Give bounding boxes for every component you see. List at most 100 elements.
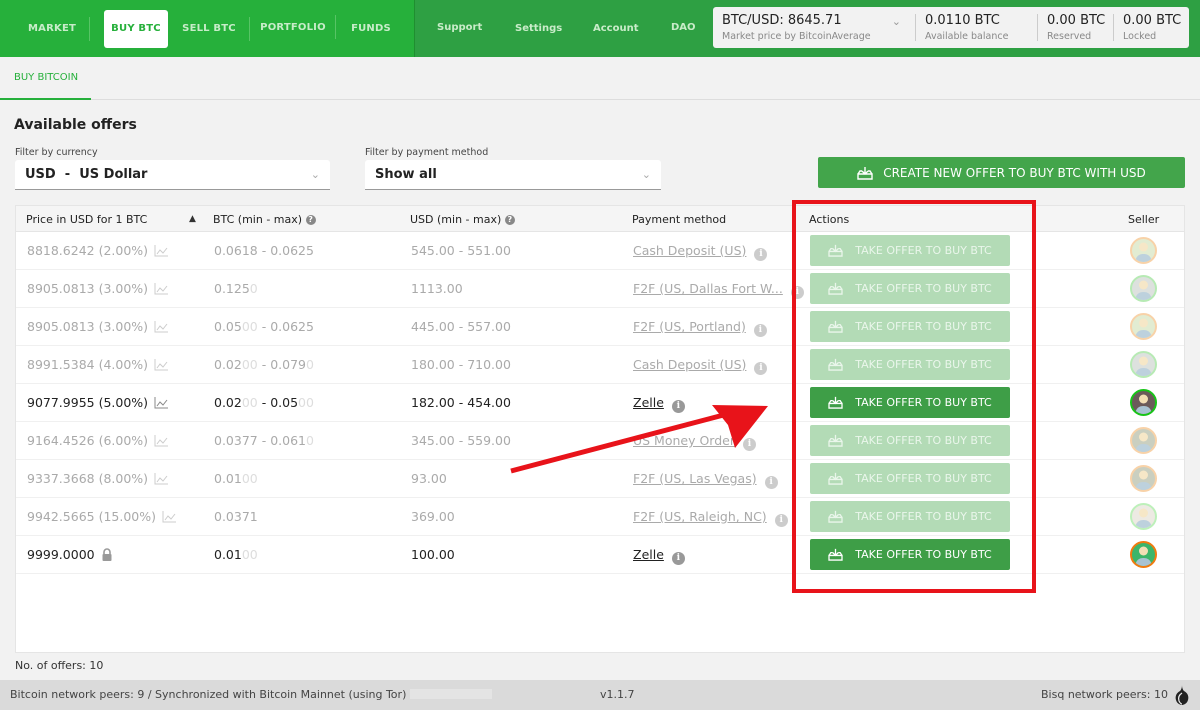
person-icon (1135, 356, 1152, 376)
price-cell: 8905.0813 (3.00%) (27, 281, 169, 296)
info-icon[interactable]: i (754, 248, 768, 261)
seller-avatar[interactable] (1130, 389, 1157, 416)
price-chart-icon[interactable] (154, 397, 169, 409)
info-icon[interactable]: i (671, 552, 685, 565)
seller-avatar[interactable] (1130, 275, 1157, 302)
take-offer-button[interactable]: TAKE OFFER TO BUY BTC (810, 501, 1010, 532)
seller-avatar[interactable] (1130, 313, 1157, 340)
price-value: 8818.6242 (2.00%) (27, 243, 149, 258)
help-icon[interactable]: ? (305, 215, 316, 225)
take-offer-button[interactable]: TAKE OFFER TO BUY BTC (810, 463, 1010, 494)
header-price[interactable]: Price in USD for 1 BTC (26, 213, 147, 226)
header-btc[interactable]: BTC (min - max) ? (213, 213, 316, 226)
person-icon (1135, 546, 1152, 566)
btc-amount: 0.05 (214, 319, 242, 334)
download-tray-icon (828, 358, 843, 371)
nav-support[interactable]: Support (415, 22, 493, 33)
nav-funds[interactable]: FUNDS (336, 10, 406, 48)
price-value: 9077.9955 (5.00%) (27, 395, 149, 410)
person-icon (1135, 242, 1152, 262)
price-chart-icon[interactable] (154, 245, 169, 257)
market-price-selector[interactable]: BTC/USD: 8645.71 Market price by Bitcoin… (713, 7, 915, 48)
nav-settings[interactable]: Settings (493, 23, 571, 34)
nav-portfolio[interactable]: PORTFOLIO (250, 8, 336, 46)
payment-method-link[interactable]: Cash Deposit (US) (633, 243, 746, 258)
nav-account[interactable]: Account (571, 23, 649, 34)
download-tray-icon (857, 166, 873, 180)
seller-avatar[interactable] (1130, 237, 1157, 264)
header-btc-label: BTC (min - max) (213, 213, 303, 226)
price-chart-icon[interactable] (154, 283, 169, 295)
payment-method-link[interactable]: Zelle (633, 547, 664, 562)
app-version: v1.1.7 (600, 688, 635, 701)
bisq-network-status: Bisq network peers: 10 (1041, 688, 1168, 701)
usd-amount-cell: 100.00 (411, 547, 455, 562)
price-chart-icon[interactable] (154, 473, 169, 485)
payment-method-cell: F2F (US, Raleigh, NC) i (633, 509, 788, 527)
price-chart-icon[interactable] (154, 435, 169, 447)
take-offer-button[interactable]: TAKE OFFER TO BUY BTC (810, 235, 1010, 266)
info-icon[interactable]: i (764, 476, 778, 489)
tab-buy-bitcoin[interactable]: BUY BITCOIN (0, 57, 91, 100)
payment-method-link[interactable]: Zelle (633, 395, 664, 410)
nav-buy-btc[interactable]: BUY BTC (104, 9, 168, 48)
info-icon[interactable]: i (754, 362, 768, 375)
sort-ascending-icon[interactable]: ▲ (189, 214, 196, 224)
help-icon[interactable]: ? (504, 215, 515, 225)
price-value: 9164.4526 (6.00%) (27, 433, 149, 448)
info-icon[interactable]: i (790, 286, 804, 299)
usd-amount-cell: 545.00 - 551.00 (411, 243, 511, 258)
nav-sell-btc[interactable]: SELL BTC (168, 10, 250, 48)
payment-filter-select[interactable]: Show all ⌄ (365, 160, 661, 190)
info-icon[interactable]: i (671, 400, 685, 413)
payment-method-link[interactable]: Cash Deposit (US) (633, 357, 746, 372)
currency-filter-select[interactable]: USD - US Dollar ⌄ (15, 160, 330, 190)
price-chart-icon[interactable] (154, 359, 169, 371)
payment-method-link[interactable]: F2F (US, Las Vegas) (633, 471, 757, 486)
info-icon[interactable]: i (774, 514, 788, 527)
info-icon[interactable]: i (743, 438, 756, 451)
nav-market[interactable]: MARKET (14, 10, 90, 48)
seller-avatar[interactable] (1130, 541, 1157, 568)
person-icon (1135, 470, 1152, 490)
seller-avatar[interactable] (1130, 503, 1157, 530)
seller-avatar[interactable] (1130, 351, 1157, 378)
price-chart-icon[interactable] (154, 321, 169, 333)
header-payment[interactable]: Payment method (632, 213, 726, 226)
download-tray-icon (828, 434, 843, 447)
payment-method-cell: Zelle i (633, 547, 685, 565)
payment-method-link[interactable]: US Money Order (633, 433, 735, 448)
table-row: 8905.0813 (3.00%) 0.0500 - 0.0625 445.00… (16, 308, 1184, 346)
take-offer-button[interactable]: TAKE OFFER TO BUY BTC (810, 539, 1010, 570)
person-icon (1135, 318, 1152, 338)
take-offer-button[interactable]: TAKE OFFER TO BUY BTC (810, 311, 1010, 342)
payment-method-cell: F2F (US, Las Vegas) i (633, 471, 778, 489)
btc-amount-padding: 0 (249, 281, 258, 296)
seller-avatar[interactable] (1130, 465, 1157, 492)
create-offer-button[interactable]: CREATE NEW OFFER TO BUY BTC WITH USD (818, 157, 1185, 188)
btc-amount-cell: 0.0200 - 0.0790 (214, 357, 314, 372)
usd-amount-cell: 345.00 - 559.00 (411, 433, 511, 448)
primary-nav: MARKET BUY BTC SELL BTC PORTFOLIO FUNDS (0, 0, 414, 57)
take-offer-button[interactable]: TAKE OFFER TO BUY BTC (810, 387, 1010, 418)
usd-amount-cell: 445.00 - 557.00 (411, 319, 511, 334)
price-chart-icon[interactable] (162, 511, 176, 523)
price-cell: 9942.5665 (15.00%) (27, 509, 176, 524)
info-icon[interactable]: i (753, 324, 767, 337)
payment-method-link[interactable]: F2F (US, Portland) (633, 319, 746, 334)
payment-method-link[interactable]: F2F (US, Dallas Fort W... (633, 281, 783, 296)
btc-amount-cell: 0.0618 - 0.0625 (214, 243, 314, 258)
table-row: 9077.9955 (5.00%) 0.0200 - 0.0500 182.00… (16, 384, 1184, 422)
btc-amount-padding: 00 (241, 319, 258, 334)
btc-amount: 0.01 (214, 471, 242, 486)
table-row: 8818.6242 (2.00%) 0.0618 - 0.0625 545.00… (16, 232, 1184, 270)
take-offer-button[interactable]: TAKE OFFER TO BUY BTC (810, 349, 1010, 380)
header-usd[interactable]: USD (min - max) ? (410, 213, 515, 226)
locked-balance-value: 0.00 BTC (1123, 13, 1182, 28)
payment-method-link[interactable]: F2F (US, Raleigh, NC) (633, 509, 767, 524)
market-price-label: Market price by BitcoinAverage (722, 31, 871, 42)
take-offer-button[interactable]: TAKE OFFER TO BUY BTC (810, 425, 1010, 456)
seller-avatar[interactable] (1130, 427, 1157, 454)
price-value: 9999.0000 (27, 547, 95, 562)
take-offer-button[interactable]: TAKE OFFER TO BUY BTC (810, 273, 1010, 304)
